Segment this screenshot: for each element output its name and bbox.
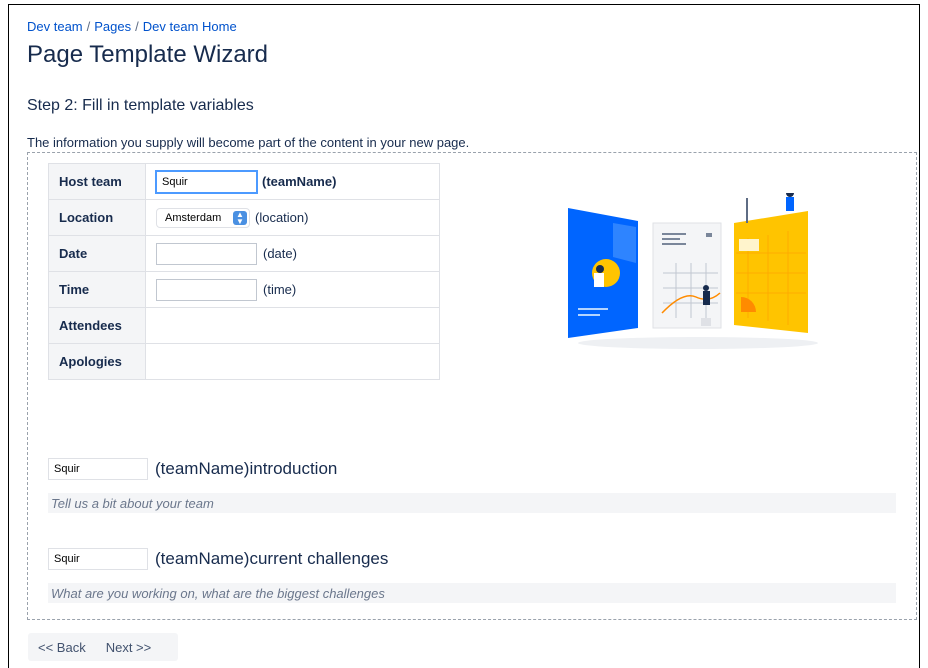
location-cell: Amsterdam ▲ ▼ (location) <box>145 199 440 236</box>
select-arrows-icon: ▲ ▼ <box>233 210 247 225</box>
team-introduction-row: Squir (teamName)introduction <box>48 458 337 480</box>
host-team-cell: Squir (teamName) <box>145 163 440 200</box>
table-row: Host team Squir (teamName) <box>48 163 440 200</box>
table-row: Time (time) <box>48 271 440 308</box>
location-variable: (location) <box>255 210 309 225</box>
date-input[interactable] <box>156 242 257 265</box>
breadcrumb-separator: / <box>86 19 91 34</box>
step-title: Step 2: Fill in template variables <box>27 97 254 114</box>
attendees-label: Attendees <box>48 307 146 344</box>
time-input[interactable] <box>156 278 257 301</box>
meeting-illustration <box>568 193 818 349</box>
breadcrumb: Dev team / Pages / Dev team Home <box>27 19 237 34</box>
table-row: Attendees <box>48 307 440 344</box>
table-row: Location Amsterdam ▲ ▼ (location) <box>48 199 440 236</box>
time-cell: (time) <box>145 271 440 308</box>
date-cell: (date) <box>145 235 440 272</box>
apologies-cell <box>145 343 440 380</box>
team-name-variable: (teamName) <box>262 174 337 189</box>
team-challenges-placeholder: What are you working on, what are the bi… <box>48 583 896 603</box>
location-select[interactable]: Amsterdam ▲ ▼ <box>156 207 250 228</box>
location-select-value: Amsterdam <box>165 211 222 224</box>
breadcrumb-separator: / <box>135 19 139 34</box>
back-button[interactable]: << Back <box>38 640 86 655</box>
table-row: Apologies <box>48 343 440 380</box>
date-variable: (date) <box>263 246 297 261</box>
table-row: Date (date) <box>48 235 440 272</box>
time-label: Time <box>48 271 146 308</box>
team-introduction-input[interactable]: Squir <box>48 458 148 480</box>
attendees-cell <box>145 307 440 344</box>
breadcrumb-dev-team[interactable]: Dev team <box>27 19 83 34</box>
intro-text: The information you supply will become p… <box>27 135 470 150</box>
host-team-label: Host team <box>48 163 146 200</box>
team-introduction-label: (teamName)introduction <box>155 459 338 478</box>
breadcrumb-dev-team-home[interactable]: Dev team Home <box>143 19 237 34</box>
time-variable: (time) <box>263 282 297 297</box>
breadcrumb-pages[interactable]: Pages <box>94 19 131 34</box>
page-title: Page Template Wizard <box>27 41 269 68</box>
apologies-label: Apologies <box>48 343 146 380</box>
team-challenges-row: Squir (teamName)current challenges <box>48 548 388 570</box>
variables-table: Host team Squir (teamName) Location Amste… <box>48 163 440 380</box>
template-variables-form: Host team Squir (teamName) Location Amste… <box>27 152 917 620</box>
next-button[interactable]: Next >> <box>106 640 152 655</box>
date-label: Date <box>48 235 146 272</box>
wizard-nav: << Back Next >> <box>28 633 178 661</box>
team-introduction-placeholder: Tell us a bit about your team <box>48 493 896 513</box>
host-team-input[interactable]: Squir <box>156 170 257 193</box>
location-label: Location <box>48 199 146 236</box>
team-challenges-input[interactable]: Squir <box>48 548 148 570</box>
team-challenges-label: (teamName)current challenges <box>155 549 389 568</box>
